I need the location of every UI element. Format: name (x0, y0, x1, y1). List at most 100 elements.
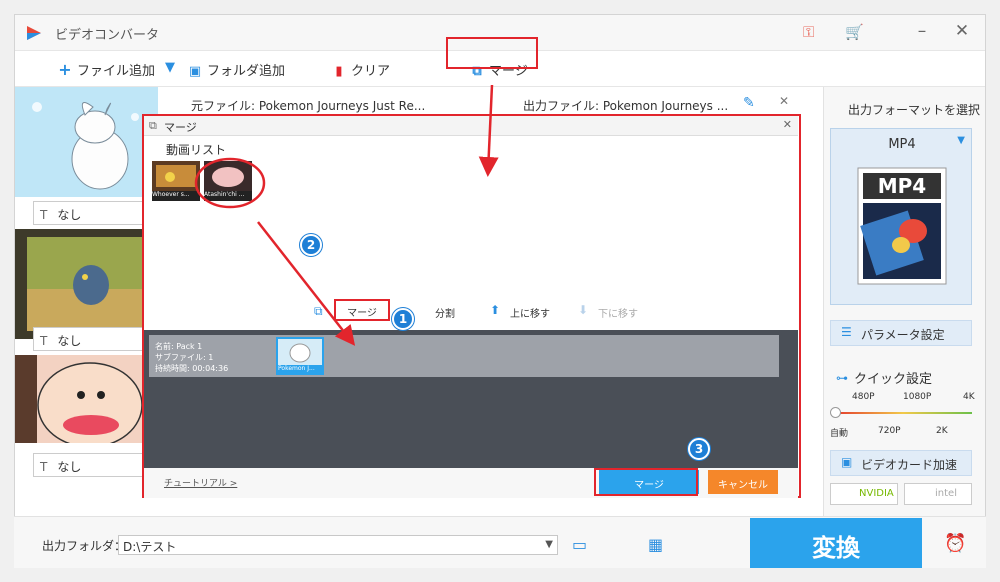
subtitle-select-3[interactable]: T なし (33, 453, 158, 477)
subtitle-select-2[interactable]: T なし (33, 327, 158, 351)
subtitle-value: なし (57, 208, 82, 222)
split-action-button[interactable]: 分割 (435, 305, 455, 320)
clip-thumbnail-2[interactable]: Atashin'chi ... (204, 161, 252, 201)
clip-thumbnail-1[interactable]: Whoever s... (152, 161, 200, 201)
output-format-selector[interactable]: MP4 ▼ MP4 (830, 128, 972, 305)
plus-icon: + (58, 60, 72, 79)
pack-name: 名前: Pack 1 (155, 342, 203, 351)
alarm-clock-icon[interactable]: ⏰ (944, 533, 966, 554)
quick-settings-icon: ⊶ (836, 371, 848, 385)
file-info-row: 元ファイル: Pokemon Journeys Just Re... 出力ファイ… (165, 91, 815, 115)
clip-image (152, 161, 200, 191)
sliders-icon: ☰ (841, 325, 852, 339)
move-up-button[interactable]: 上に移す (510, 305, 550, 320)
quality-track (834, 412, 972, 414)
pack-info: 名前: Pack 1 サブファイル: 1 持続時間: 00:04:36 (155, 341, 228, 374)
subtitle-value: なし (57, 460, 82, 474)
clear-button[interactable]: ▮ クリア (331, 60, 390, 79)
subtitle-value: なし (57, 334, 82, 348)
pack-clip-name: Pokemon J... (278, 365, 322, 375)
format-heading: 出力フォーマットを選択 (848, 103, 981, 117)
video-list-label: 動画リスト (166, 143, 227, 157)
quality-480p: 480P (852, 392, 875, 402)
video-list: T なし T なし T なし (15, 87, 158, 477)
quality-auto: 自動 (830, 429, 849, 439)
gpu-acceleration-button[interactable]: ▣ ビデオカード加速 (830, 450, 972, 476)
video-thumbnail-2[interactable] (15, 229, 158, 339)
intel-badge: intel (904, 483, 972, 505)
parameter-settings-label: パラメータ設定 (861, 328, 945, 342)
split-label: 分割 (435, 309, 455, 320)
step-badge-1: 1 (392, 308, 414, 330)
text-icon: T (40, 208, 48, 222)
mp4-format-icon: MP4 (857, 167, 947, 285)
quality-1080p: 1080P (903, 392, 932, 402)
quality-slider[interactable]: 480P 1080P 4K 自動 720P 2K (828, 392, 976, 440)
clip-image (204, 161, 252, 191)
app-logo-icon (27, 26, 41, 40)
dialog-title-bar: ⧉ マージ ✕ (144, 116, 798, 136)
merge-action-label: マージ (347, 308, 377, 319)
step-badge-2: 2 (300, 234, 322, 256)
add-folder-label: フォルダ追加 (207, 64, 286, 79)
convert-label: 変換 (812, 534, 860, 562)
pack-clip-thumbnail[interactable]: Pokemon J... (276, 337, 324, 375)
nvidia-label: NVIDIA (859, 488, 894, 499)
dialog-cancel-button[interactable]: キャンセル (708, 470, 778, 494)
close-window-button[interactable]: ✕ (950, 21, 974, 41)
quality-2k: 2K (936, 426, 948, 436)
add-file-label: ファイル追加 (77, 64, 156, 79)
dialog-cancel-label: キャンセル (718, 480, 768, 491)
intel-label: intel (935, 488, 957, 499)
open-folder-icon[interactable]: ▭ (572, 535, 587, 554)
add-file-dropdown-icon[interactable]: ▼ (165, 60, 175, 75)
mp4-icon-text: MP4 (878, 174, 926, 198)
pack-row[interactable]: 名前: Pack 1 サブファイル: 1 持続時間: 00:04:36 Poke… (149, 335, 779, 377)
minimize-button[interactable]: – (910, 21, 934, 41)
clip-name: Whoever s... (152, 191, 200, 201)
key-icon[interactable]: ⚿ (803, 23, 814, 41)
pack-subfiles: サブファイル: 1 (155, 353, 214, 362)
add-file-button[interactable]: + ファイル追加 (57, 60, 155, 79)
merge-action-icon: ⧉ (314, 304, 323, 318)
thumbnail-image (15, 87, 158, 197)
remove-item-icon[interactable]: ✕ (779, 94, 789, 108)
video-thumbnail-1[interactable] (15, 87, 158, 197)
dialog-merge-icon: ⧉ (149, 119, 157, 132)
move-down-label: 下に移す (598, 309, 638, 320)
video-folder-icon[interactable]: ▦ (648, 535, 663, 554)
chip-icon: ▣ (841, 455, 853, 469)
cart-icon[interactable]: 🛒 (845, 23, 864, 41)
output-file-label: 出力ファイル: Pokemon Journeys ... (523, 99, 729, 113)
text-icon: T (40, 460, 48, 474)
format-name: MP4 (888, 137, 916, 152)
move-down-button[interactable]: 下に移す (598, 305, 638, 320)
dialog-footer: チュートリアル > (144, 468, 798, 498)
merge-action-button[interactable]: マージ (334, 299, 390, 321)
clear-label: クリア (351, 64, 391, 79)
clip-name: Atashin'chi ... (204, 191, 252, 201)
folder-dropdown-icon[interactable]: ▼ (545, 539, 553, 550)
parameter-settings-button[interactable]: ☰ パラメータ設定 (830, 320, 972, 346)
edit-icon[interactable]: ✎ (743, 95, 755, 111)
tutorial-link[interactable]: チュートリアル > (164, 476, 237, 489)
subtitle-select-1[interactable]: T なし (33, 201, 158, 225)
quality-handle[interactable] (830, 407, 841, 418)
output-folder-field[interactable]: D:\テスト ▼ (118, 535, 558, 555)
merge-button-highlight (594, 468, 698, 496)
output-folder-label: 出力フォルダ： (42, 539, 127, 553)
output-folder-value: D:\テスト (123, 540, 177, 554)
pack-duration: 持続時間: 00:04:36 (155, 364, 229, 373)
quality-4k: 4K (963, 392, 975, 402)
text-icon: T (40, 334, 48, 348)
add-folder-button[interactable]: ▣ フォルダ追加 (187, 60, 285, 79)
dialog-close-icon[interactable]: ✕ (783, 118, 792, 131)
convert-button[interactable]: 変換 (750, 518, 922, 568)
trash-icon: ▮ (335, 64, 343, 79)
app-title: ビデオコンバータ (55, 28, 160, 43)
move-up-label: 上に移す (510, 309, 550, 320)
video-thumbnail-3[interactable] (15, 355, 158, 443)
thumbnail-image (15, 355, 158, 443)
dialog-title: マージ (164, 121, 197, 134)
move-up-icon: ⬆ (490, 303, 501, 317)
